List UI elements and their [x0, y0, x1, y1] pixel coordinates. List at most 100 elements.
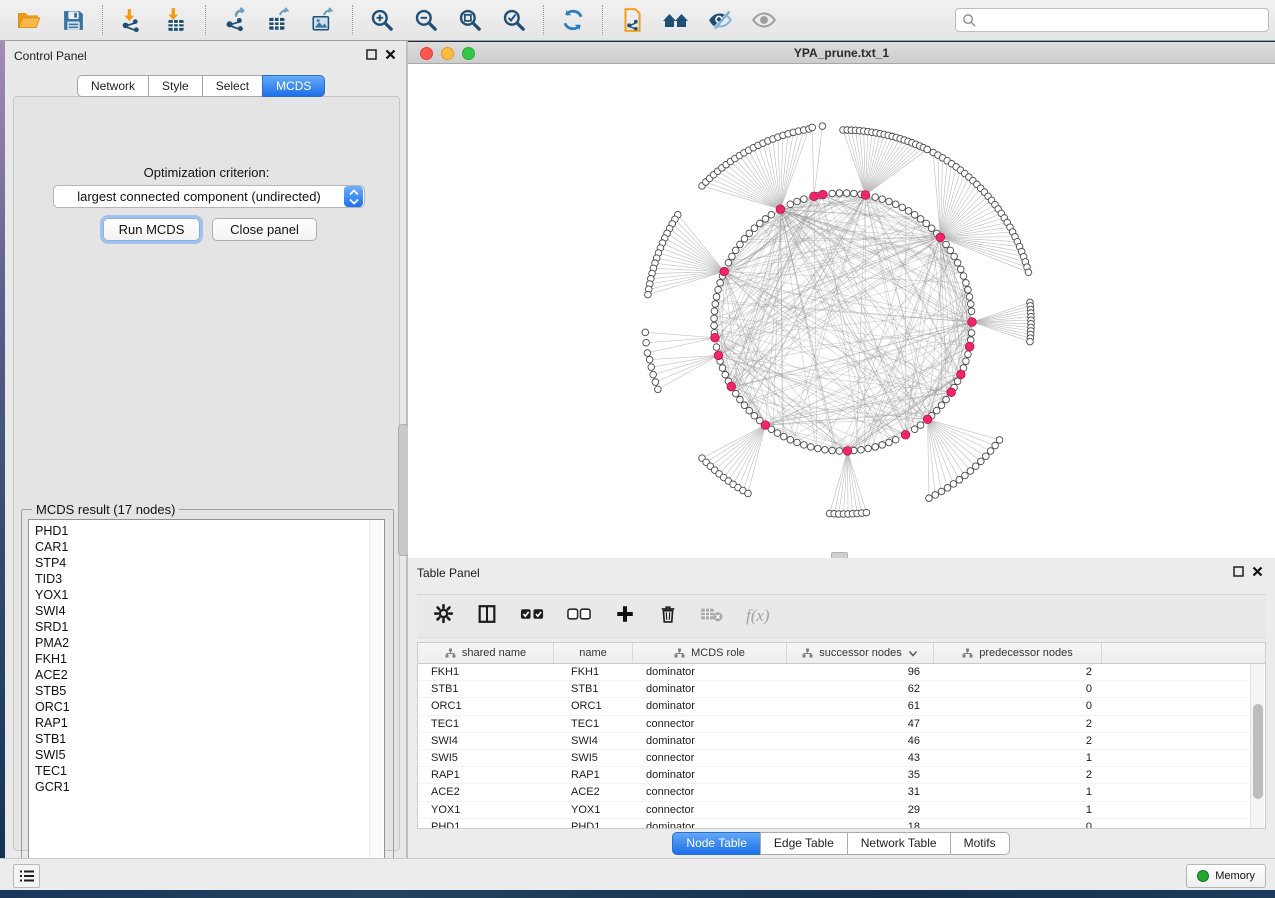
memory-button[interactable]: Memory — [1186, 864, 1266, 888]
save-session-icon[interactable] — [59, 6, 87, 34]
tab-network[interactable]: Network — [77, 75, 149, 97]
search-input[interactable] — [977, 12, 1268, 28]
tab-motifs[interactable]: Motifs — [950, 832, 1010, 855]
cell: connector — [633, 784, 787, 800]
close-panel-icon[interactable] — [385, 49, 396, 60]
open-session-icon[interactable] — [15, 6, 43, 34]
table-panel: Table Panel f(x) shared namenameMCDS rol… — [408, 558, 1275, 858]
mcds-result-item[interactable]: FKH1 — [35, 651, 384, 667]
mcds-result-item[interactable]: CAR1 — [35, 539, 384, 555]
mcds-result-item[interactable]: PMA2 — [35, 635, 384, 651]
mcds-result-item[interactable]: TEC1 — [35, 763, 384, 779]
tab-edge-table[interactable]: Edge Table — [760, 832, 848, 855]
table-row[interactable]: FKH1FKH1dominator962 — [418, 664, 1265, 681]
cell: SWI5 — [554, 750, 633, 766]
mcds-result-item[interactable]: YOX1 — [35, 587, 384, 603]
network-window-titlebar[interactable]: YPA_prune.txt_1 — [408, 42, 1275, 64]
select-all-icon[interactable] — [520, 605, 545, 628]
cell: ORC1 — [418, 698, 554, 714]
mcds-result-item[interactable]: ORC1 — [35, 699, 384, 715]
float-panel-icon[interactable] — [1233, 566, 1244, 577]
apply-layout-icon[interactable] — [559, 6, 587, 34]
cell: PHD1 — [418, 819, 554, 829]
hide-selected-icon[interactable] — [706, 6, 734, 34]
zoom-in-icon[interactable] — [368, 6, 396, 34]
table-row[interactable]: RAP1RAP1dominator352 — [418, 767, 1265, 784]
mcds-result-item[interactable]: STB5 — [35, 683, 384, 699]
delete-column-icon[interactable] — [658, 603, 678, 630]
deselect-all-icon[interactable] — [567, 605, 592, 628]
create-column-icon[interactable] — [614, 603, 636, 630]
table-settings-icon[interactable] — [433, 603, 454, 629]
run-mcds-button[interactable]: Run MCDS — [103, 218, 200, 241]
export-network-icon[interactable] — [221, 6, 249, 34]
column-header-successor-nodes[interactable]: successor nodes — [787, 643, 934, 663]
tab-style[interactable]: Style — [148, 75, 203, 97]
table-row[interactable]: TEC1TEC1connector472 — [418, 716, 1265, 733]
float-panel-icon[interactable] — [366, 49, 377, 60]
cell: 2 — [934, 767, 1102, 783]
mcds-list-scrollbar[interactable] — [369, 521, 383, 871]
table-panel-title: Table Panel — [417, 566, 480, 580]
cell: 47 — [787, 716, 934, 732]
table-row[interactable]: SWI5SWI5connector431 — [418, 750, 1265, 767]
mcds-result-item[interactable]: SRD1 — [35, 619, 384, 635]
close-panel-icon[interactable] — [1252, 566, 1263, 577]
cell: 0 — [934, 681, 1102, 697]
cell: 0 — [934, 819, 1102, 829]
network-graph[interactable] — [408, 64, 1275, 558]
network-view[interactable] — [408, 64, 1275, 558]
mcds-result-item[interactable]: SWI5 — [35, 747, 384, 763]
mcds-result-item[interactable]: PHD1 — [35, 523, 384, 539]
cell: 2 — [934, 716, 1102, 732]
tab-network-table[interactable]: Network Table — [847, 832, 951, 855]
mcds-result-item[interactable]: STB1 — [35, 731, 384, 747]
table-scroll-thumb[interactable] — [1253, 704, 1263, 799]
cell: STB1 — [554, 681, 633, 697]
column-header-predecessor-nodes[interactable]: predecessor nodes — [934, 643, 1102, 663]
tab-mcds[interactable]: MCDS — [262, 75, 325, 97]
desktop-wallpaper-bottom — [0, 890, 1275, 898]
export-table-icon[interactable] — [265, 6, 293, 34]
mcds-result-item[interactable]: GCR1 — [35, 779, 384, 795]
import-table-icon[interactable] — [162, 6, 190, 34]
mcds-result-item[interactable]: ACE2 — [35, 667, 384, 683]
mcds-result-item[interactable]: SWI4 — [35, 603, 384, 619]
function-builder-icon: f(x) — [746, 606, 770, 626]
search-box[interactable] — [955, 8, 1269, 32]
import-network-icon[interactable] — [118, 6, 146, 34]
tab-select[interactable]: Select — [202, 75, 263, 97]
table-row[interactable]: PHD1PHD1dominator180 — [418, 819, 1265, 829]
cell: 1 — [934, 750, 1102, 766]
cell: connector — [633, 750, 787, 766]
export-image-icon[interactable] — [309, 6, 337, 34]
zoom-selected-icon[interactable] — [500, 6, 528, 34]
mcds-result-item[interactable]: TID3 — [35, 571, 384, 587]
close-panel-button[interactable]: Close panel — [212, 218, 317, 241]
mcds-result-list[interactable]: PHD1CAR1STP4TID3YOX1SWI4SRD1PMA2FKH1ACE2… — [28, 519, 385, 871]
show-column-panel-icon[interactable] — [476, 603, 498, 630]
optimization-criterion-select[interactable]: largest connected component (undirected) — [53, 185, 365, 208]
node-table[interactable]: shared namenameMCDS rolesuccessor nodesp… — [417, 642, 1266, 829]
zoom-out-icon[interactable] — [412, 6, 440, 34]
column-header-MCDS-role[interactable]: MCDS role — [633, 643, 787, 663]
cell: connector — [633, 802, 787, 818]
table-row[interactable]: YOX1YOX1connector291 — [418, 802, 1265, 819]
select-stepper-icon — [344, 186, 363, 207]
column-header-shared-name[interactable]: shared name — [418, 643, 554, 663]
task-history-button[interactable] — [13, 864, 40, 888]
table-row[interactable]: STB1STB1dominator620 — [418, 681, 1265, 698]
table-row[interactable]: SWI4SWI4dominator462 — [418, 733, 1265, 750]
tab-node-table[interactable]: Node Table — [672, 832, 761, 855]
mcds-result-item[interactable]: STP4 — [35, 555, 384, 571]
table-row[interactable]: ACE2ACE2connector311 — [418, 784, 1265, 801]
cell: dominator — [633, 681, 787, 697]
table-vertical-scrollbar[interactable] — [1250, 664, 1264, 828]
cell: 31 — [787, 784, 934, 800]
mcds-result-item[interactable]: RAP1 — [35, 715, 384, 731]
network-from-selection-icon[interactable] — [618, 6, 646, 34]
first-neighbors-icon[interactable] — [662, 6, 690, 34]
zoom-fit-icon[interactable] — [456, 6, 484, 34]
column-header-name[interactable]: name — [554, 643, 633, 663]
table-row[interactable]: ORC1ORC1dominator610 — [418, 698, 1265, 715]
